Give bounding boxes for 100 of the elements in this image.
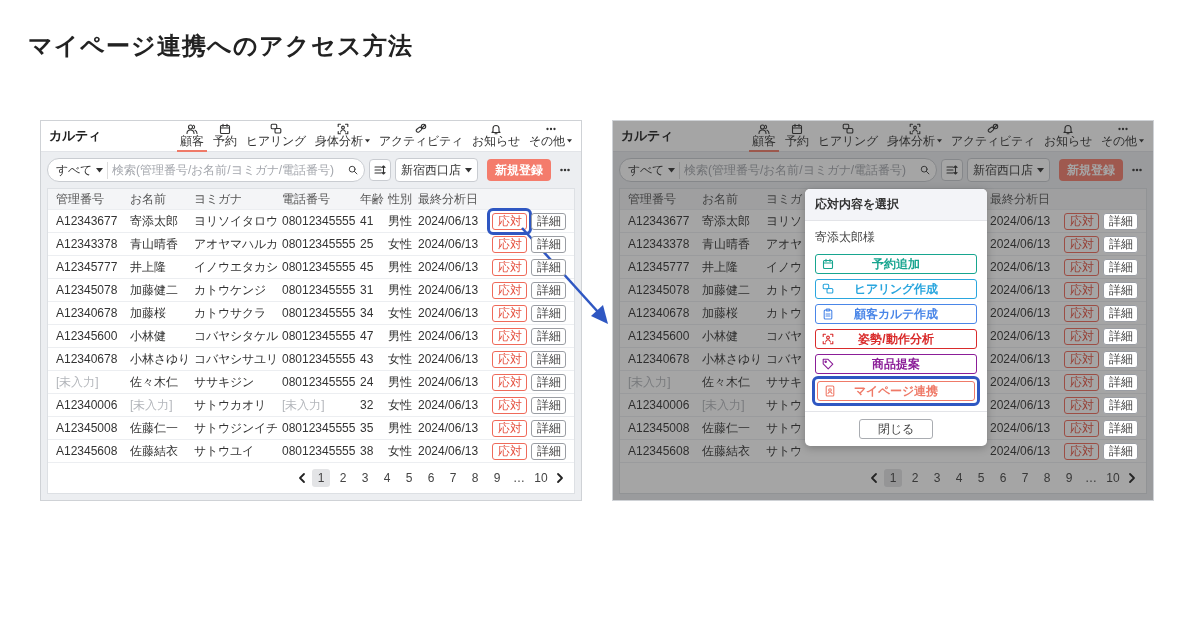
nav-tab[interactable]: お知らせ [469, 120, 523, 152]
table-cell: 08012345555 [282, 260, 356, 274]
page-button[interactable]: 7 [444, 469, 462, 487]
column-header: ヨミガ [766, 190, 802, 208]
respond-button[interactable]: 応対 [1064, 419, 1099, 437]
nav-tab[interactable]: 顧客 [177, 120, 207, 152]
option-button[interactable]: 姿勢/動作分析 [815, 329, 977, 349]
nav-tab[interactable]: ヒアリング [815, 120, 881, 152]
respond-button[interactable]: 応対 [492, 442, 527, 460]
scope-select[interactable]: すべて [628, 161, 680, 179]
page-button[interactable]: 10 [532, 469, 550, 487]
table-cell: 2024/06/13 [990, 398, 1051, 412]
details-button[interactable]: 詳細 [531, 212, 566, 230]
respond-button[interactable]: 応対 [1064, 304, 1099, 322]
page-button[interactable]: 6 [422, 469, 440, 487]
table-cell: 寄添太郎 [702, 212, 750, 230]
details-button[interactable]: 詳細 [1103, 304, 1138, 322]
close-button[interactable]: 閉じる [859, 419, 933, 439]
page-button[interactable]: 2 [906, 469, 924, 487]
page-button[interactable]: 4 [378, 469, 396, 487]
respond-button[interactable]: 応対 [492, 373, 527, 391]
page-button[interactable]: 9 [488, 469, 506, 487]
nav-tab[interactable]: ヒアリング [243, 120, 309, 152]
nav-tab[interactable]: その他 [526, 120, 575, 152]
details-button[interactable]: 詳細 [531, 235, 566, 253]
details-button[interactable]: 詳細 [1103, 327, 1138, 345]
page-button[interactable]: 7 [1016, 469, 1034, 487]
table-cell: 男性 [388, 373, 412, 391]
details-button[interactable]: 詳細 [531, 327, 566, 345]
details-button[interactable]: 詳細 [1103, 212, 1138, 230]
details-button[interactable]: 詳細 [531, 396, 566, 414]
page-button[interactable]: 6 [994, 469, 1012, 487]
page-button[interactable]: 10 [1104, 469, 1122, 487]
page-button[interactable]: 5 [400, 469, 418, 487]
page-button[interactable]: … [510, 469, 528, 487]
respond-button[interactable]: 応対 [492, 258, 527, 276]
details-button[interactable]: 詳細 [531, 258, 566, 276]
nav-tab[interactable]: 顧客 [749, 120, 779, 152]
option-button[interactable]: 顧客カルテ作成 [815, 304, 977, 324]
page-button[interactable]: 2 [334, 469, 352, 487]
respond-button[interactable]: 応対 [1064, 281, 1099, 299]
nav-tab[interactable]: アクティビティ [376, 120, 466, 152]
respond-button[interactable]: 応対 [1064, 235, 1099, 253]
page-button[interactable]: 8 [466, 469, 484, 487]
option-button[interactable]: 予約追加 [815, 254, 977, 274]
details-button[interactable]: 詳細 [1103, 235, 1138, 253]
details-button[interactable]: 詳細 [1103, 419, 1138, 437]
search-input[interactable]: 検索(管理番号/お名前/ヨミガナ/電話番号) [112, 163, 344, 177]
search-field[interactable]: すべて 検索(管理番号/お名前/ヨミガナ/電話番号) [47, 158, 365, 182]
details-button[interactable]: 詳細 [1103, 373, 1138, 391]
respond-button[interactable]: 応対 [492, 396, 527, 414]
respond-button[interactable]: 応対 [1064, 373, 1099, 391]
details-button[interactable]: 詳細 [1103, 442, 1138, 460]
page-button[interactable]: 3 [356, 469, 374, 487]
nav-tab[interactable]: アクティビティ [948, 120, 1038, 152]
nav-tab[interactable]: 予約 [782, 120, 812, 152]
respond-button[interactable]: 応対 [492, 327, 527, 345]
page-button[interactable]: 9 [1060, 469, 1078, 487]
page-button[interactable]: 3 [928, 469, 946, 487]
respond-button[interactable]: 応対 [492, 212, 527, 230]
details-button[interactable]: 詳細 [1103, 281, 1138, 299]
respond-button[interactable]: 応対 [1064, 442, 1099, 460]
page-button[interactable]: 8 [1038, 469, 1056, 487]
sort-button[interactable] [941, 159, 963, 181]
details-button[interactable]: 詳細 [531, 373, 566, 391]
table-cell: 男性 [388, 212, 412, 230]
details-button[interactable]: 詳細 [531, 442, 566, 460]
details-button[interactable]: 詳細 [531, 304, 566, 322]
respond-button[interactable]: 応対 [1064, 350, 1099, 368]
table-cell: 2024/06/13 [418, 214, 479, 228]
nav-tab[interactable]: お知らせ [1041, 120, 1095, 152]
page-button[interactable]: 5 [972, 469, 990, 487]
details-button[interactable]: 詳細 [531, 419, 566, 437]
respond-button[interactable]: 応対 [492, 304, 527, 322]
respond-button[interactable]: 応対 [492, 281, 527, 299]
respond-button[interactable]: 応対 [492, 419, 527, 437]
nav-tab[interactable]: その他 [1098, 120, 1147, 152]
page-button[interactable]: 1 [312, 469, 330, 487]
store-select[interactable]: 新宿西口店 [967, 158, 1050, 182]
nav-tab[interactable]: 身体分析 [312, 120, 373, 152]
page-button[interactable]: 4 [950, 469, 968, 487]
details-button[interactable]: 詳細 [1103, 350, 1138, 368]
scope-select[interactable]: すべて [56, 161, 108, 179]
nav-tab[interactable]: 身体分析 [884, 120, 945, 152]
option-button[interactable]: 商品提案 [815, 354, 977, 374]
details-button[interactable]: 詳細 [1103, 396, 1138, 414]
respond-button[interactable]: 応対 [1064, 258, 1099, 276]
store-select[interactable]: 新宿西口店 [395, 158, 478, 182]
sort-button[interactable] [369, 159, 391, 181]
page-button[interactable]: 1 [884, 469, 902, 487]
nav-tab[interactable]: 予約 [210, 120, 240, 152]
details-button[interactable]: 詳細 [531, 350, 566, 368]
respond-button[interactable]: 応対 [1064, 212, 1099, 230]
details-button[interactable]: 詳細 [531, 281, 566, 299]
details-button[interactable]: 詳細 [1103, 258, 1138, 276]
respond-button[interactable]: 応対 [492, 350, 527, 368]
page-button[interactable]: … [1082, 469, 1100, 487]
respond-button[interactable]: 応対 [1064, 396, 1099, 414]
respond-button[interactable]: 応対 [492, 235, 527, 253]
respond-button[interactable]: 応対 [1064, 327, 1099, 345]
